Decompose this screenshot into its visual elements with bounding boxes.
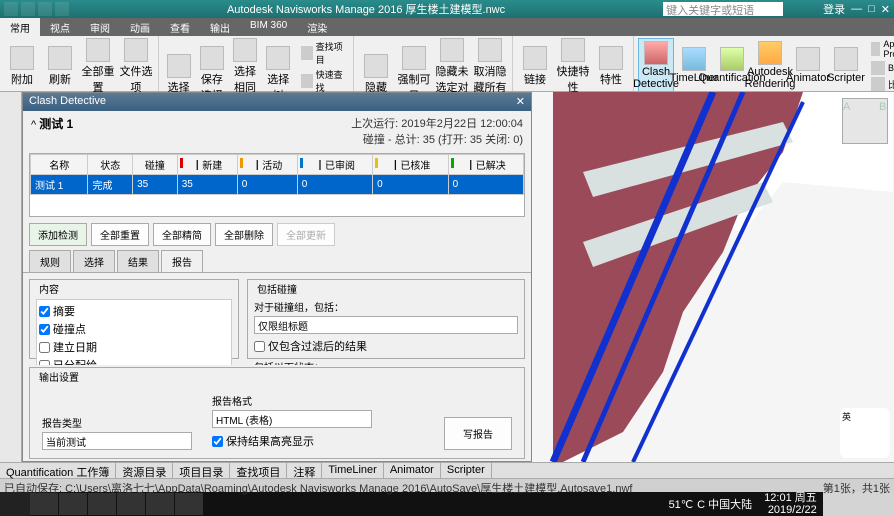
bottom-tab[interactable]: 注释: [287, 463, 322, 478]
subtab[interactable]: 规则: [29, 250, 71, 272]
content-checkbox[interactable]: [39, 324, 50, 335]
reset-all-button[interactable]: 全部重置: [91, 223, 149, 246]
output-legend: 输出设置: [36, 369, 82, 384]
ribbon-tab[interactable]: 输出: [200, 18, 240, 36]
ribbon-button[interactable]: Animator: [790, 38, 826, 92]
login-link[interactable]: 登录: [823, 1, 845, 17]
qat-icon[interactable]: [38, 2, 52, 16]
sheet-status: 第1张，共1张: [823, 480, 890, 496]
clash-summary: 碰撞 - 总计: 35 (打开: 35 关闭: 0): [351, 131, 523, 147]
ribbon-tab[interactable]: 常用: [0, 18, 40, 36]
qat-icon[interactable]: [4, 2, 18, 16]
bottom-tab[interactable]: 查找项目: [230, 463, 287, 478]
content-checkbox[interactable]: [39, 306, 50, 317]
content-checkbox[interactable]: [39, 342, 50, 353]
report-format-select[interactable]: HTML (表格): [212, 410, 372, 428]
include-legend: 包括碰撞: [254, 281, 300, 296]
bottom-tab[interactable]: Quantification 工作簿: [0, 463, 116, 478]
ribbon-tab[interactable]: 视点: [40, 18, 80, 36]
ribbon-button[interactable]: 附加: [4, 38, 40, 95]
close-button[interactable]: ✕: [881, 3, 890, 16]
ime-avatar[interactable]: [840, 408, 890, 458]
last-run-label: 上次运行: 2019年2月22日 12:00:04: [351, 115, 523, 131]
write-report-button[interactable]: 写报告: [444, 417, 512, 450]
bottom-tab[interactable]: Scripter: [441, 463, 492, 478]
ribbon-tab[interactable]: 查看: [160, 18, 200, 36]
ribbon-button-small[interactable]: Batch Utility: [868, 60, 894, 76]
task-item[interactable]: [30, 493, 58, 515]
ribbon-button-small[interactable]: 快速查找: [298, 67, 349, 95]
ribbon-button[interactable]: 文件选项: [118, 38, 154, 95]
clash-detective-panel: Clash Detective✕ ^ 测试 1 上次运行: 2019年2月22日…: [22, 92, 532, 462]
ribbon-button-small[interactable]: Appearance Profiler: [868, 38, 894, 60]
window-title: Autodesk Navisworks Manage 2016 厚生楼土建模型.…: [69, 1, 663, 17]
ribbon-button[interactable]: 特性: [593, 38, 629, 95]
ribbon-button[interactable]: 快捷特性: [555, 38, 591, 95]
ribbon-button[interactable]: 链接: [517, 38, 553, 95]
task-item[interactable]: [117, 493, 145, 515]
task-item[interactable]: [175, 493, 203, 515]
ribbon-button[interactable]: Autodesk Rendering: [752, 38, 788, 92]
update-all-button: 全部更新: [277, 223, 335, 246]
table-row[interactable]: 测试 1完成35350000: [31, 175, 524, 195]
bottom-tab[interactable]: 项目目录: [173, 463, 230, 478]
ime-tray[interactable]: C 中国大陆: [697, 496, 752, 512]
viewcube[interactable]: [842, 98, 888, 144]
start-button[interactable]: [0, 492, 30, 516]
status-legend: 包括以下状态：: [254, 359, 518, 365]
ribbon-button[interactable]: TimeLiner: [676, 38, 712, 92]
maximize-button[interactable]: □: [868, 3, 875, 15]
ribbon-tab[interactable]: 动画: [120, 18, 160, 36]
ribbon-button-small[interactable]: 查找项目: [298, 39, 349, 67]
panel-title: Clash Detective: [29, 95, 106, 109]
content-legend: 内容: [36, 281, 62, 296]
subtab[interactable]: 结果: [117, 250, 159, 272]
ribbon-button[interactable]: 刷新: [42, 38, 78, 95]
group-select[interactable]: 仅限组标题: [254, 316, 518, 334]
keep-highlight-checkbox[interactable]: [212, 436, 223, 447]
task-item[interactable]: [88, 493, 116, 515]
bottom-tab[interactable]: Animator: [384, 463, 441, 478]
group-label: 对于碰撞组，包括：: [254, 299, 518, 314]
subtab[interactable]: 报告: [161, 250, 203, 272]
ribbon-tab[interactable]: BIM 360: [240, 18, 297, 36]
qat-icon[interactable]: [21, 2, 35, 16]
bottom-tab[interactable]: 资源目录: [116, 463, 173, 478]
ribbon-button[interactable]: Scripter: [828, 38, 864, 92]
subtab[interactable]: 选择: [73, 250, 115, 272]
ribbon-button[interactable]: 全部重置: [80, 38, 116, 95]
task-item[interactable]: [146, 493, 174, 515]
help-search-input[interactable]: 键入关键字或短语: [663, 2, 783, 16]
ribbon-button-small[interactable]: 比较: [868, 76, 894, 92]
test-name: 测试 1: [39, 117, 73, 131]
ribbon-tab[interactable]: 审阅: [80, 18, 120, 36]
clock-time[interactable]: 12:01 周五: [764, 492, 817, 504]
temp-tray[interactable]: 51℃: [669, 498, 694, 511]
ribbon-button[interactable]: Clash Detective: [638, 38, 674, 92]
left-dock[interactable]: [0, 92, 22, 462]
delete-all-button[interactable]: 全部删除: [215, 223, 273, 246]
filter-checkbox[interactable]: [254, 341, 265, 352]
task-item[interactable]: [59, 493, 87, 515]
compact-all-button[interactable]: 全部精简: [153, 223, 211, 246]
report-type-select[interactable]: 当前测试: [42, 432, 192, 450]
minimize-button[interactable]: —: [851, 3, 862, 15]
bottom-tab[interactable]: TimeLiner: [322, 463, 384, 478]
tests-grid[interactable]: 名称状态碰撞┃新建┃活动┃已审阅┃已核准┃已解决测试 1完成35350000: [29, 153, 525, 217]
ribbon-tab[interactable]: 渲染: [297, 18, 337, 36]
content-checkbox[interactable]: [39, 360, 50, 366]
qat-icon[interactable]: [55, 2, 69, 16]
clock-date[interactable]: 2019/2/22: [764, 504, 817, 516]
add-test-button[interactable]: 添加检测: [29, 223, 87, 246]
close-icon[interactable]: ✕: [516, 95, 525, 109]
